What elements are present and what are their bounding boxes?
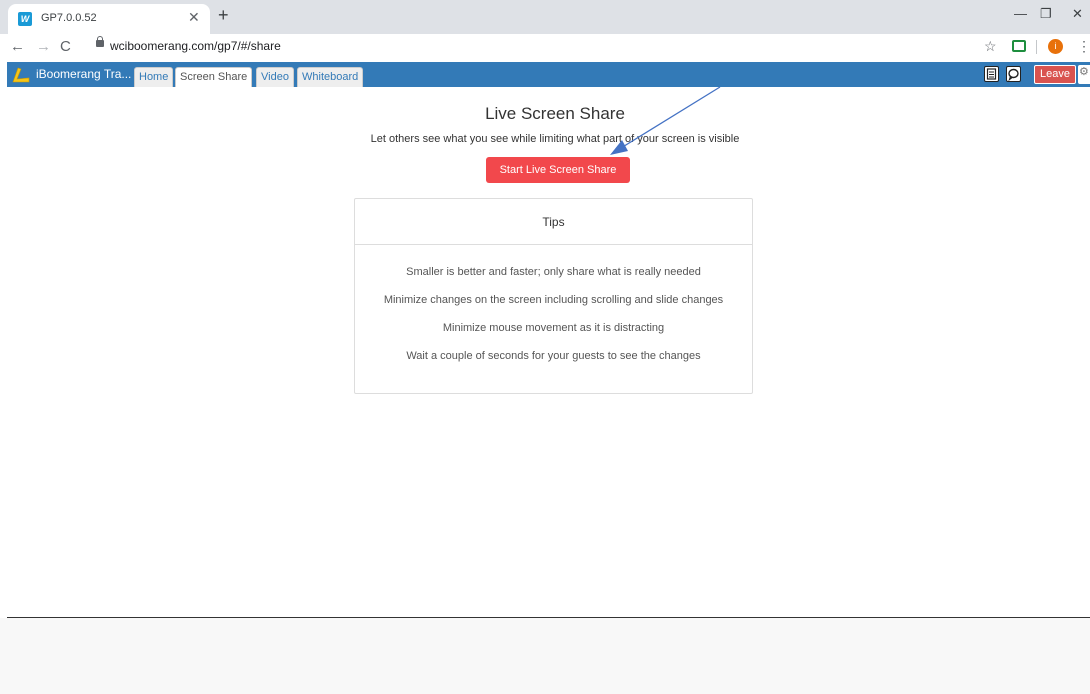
notes-icon[interactable] — [984, 66, 999, 82]
app-brand[interactable]: iBoomerang Tra... — [36, 67, 131, 81]
back-icon[interactable]: ← — [10, 38, 25, 55]
tab-screen-share[interactable]: Screen Share — [175, 67, 253, 87]
tab-video[interactable]: Video — [256, 67, 294, 87]
tip-item: Wait a couple of seconds for your guests… — [406, 350, 701, 362]
lock-icon — [96, 36, 104, 47]
page-subtitle: Let others see what you see while limiti… — [370, 133, 740, 145]
new-tab-icon[interactable]: + — [218, 5, 229, 26]
tips-heading: Tips — [355, 199, 752, 245]
bookmark-star-icon[interactable]: ☆ — [984, 38, 997, 55]
tips-panel: Tips Smaller is better and faster; only … — [354, 198, 753, 394]
boomerang-logo-icon — [12, 67, 30, 83]
browser-tab[interactable]: W GP7.0.0.52 ✕ — [8, 4, 210, 34]
close-window-icon[interactable]: ✕ — [1072, 6, 1083, 22]
tip-item: Smaller is better and faster; only share… — [406, 266, 701, 278]
leave-button[interactable]: Leave — [1034, 65, 1076, 84]
site-favicon-icon: W — [18, 12, 32, 26]
tab-whiteboard[interactable]: Whiteboard — [297, 67, 364, 87]
restore-icon[interactable]: ❐ — [1040, 6, 1052, 22]
app-nav-bar: iBoomerang Tra... Home Screen Share Vide… — [7, 62, 1090, 87]
browser-toolbar: ← → C wciboomerang.com/gp7/#/share ☆ i ⋮ — [0, 34, 1090, 61]
browser-tab-strip: W GP7.0.0.52 ✕ + — ❐ ✕ — [0, 0, 1090, 34]
tab-home[interactable]: Home — [134, 67, 174, 87]
url-text[interactable]: wciboomerang.com/gp7/#/share — [110, 39, 281, 53]
minimize-icon[interactable]: — — [1014, 6, 1027, 21]
footer-area — [0, 618, 1090, 694]
settings-gear-icon[interactable]: ⚙ — [1078, 65, 1090, 84]
extension-icon[interactable] — [1012, 40, 1026, 52]
forward-icon[interactable]: → — [36, 38, 51, 55]
toolbar-divider — [1036, 40, 1037, 54]
address-bar[interactable]: wciboomerang.com/gp7/#/share — [96, 36, 966, 58]
start-live-screen-share-button[interactable]: Start Live Screen Share — [486, 157, 630, 183]
close-tab-icon[interactable]: ✕ — [188, 9, 200, 26]
browser-tab-title: GP7.0.0.52 — [41, 12, 97, 24]
menu-kebab-icon[interactable]: ⋮ — [1077, 38, 1090, 55]
tip-item: Minimize changes on the screen including… — [383, 294, 724, 306]
reload-icon[interactable]: C — [60, 38, 71, 55]
profile-avatar[interactable]: i — [1048, 39, 1063, 54]
page-title: Live Screen Share — [485, 104, 625, 123]
tip-item: Minimize mouse movement as it is distrac… — [442, 322, 665, 334]
chat-icon[interactable] — [1006, 66, 1021, 82]
